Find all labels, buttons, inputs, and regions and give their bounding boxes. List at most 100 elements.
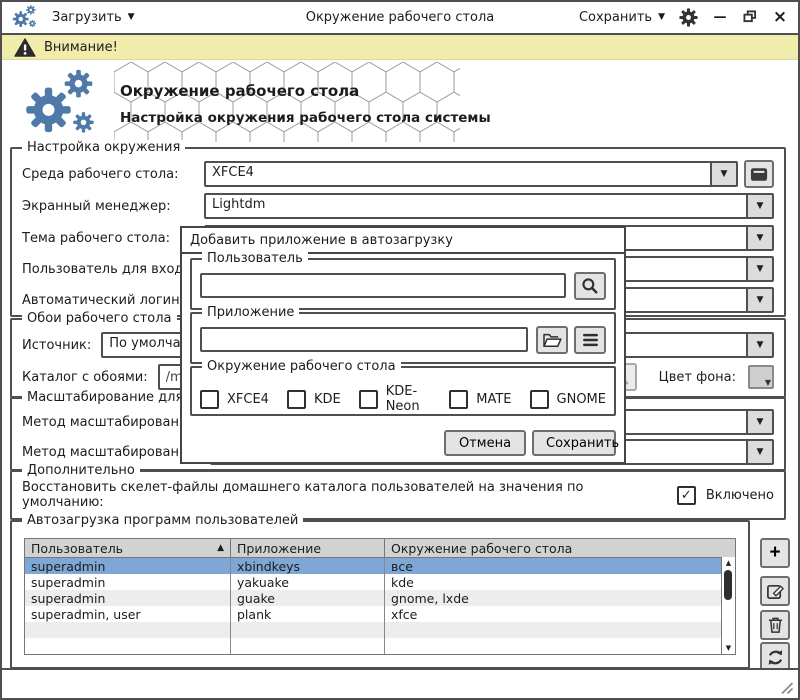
settings-gear-icon[interactable]	[679, 8, 698, 27]
page-subtitle: Настройка окружения рабочего стола систе…	[120, 110, 491, 126]
scrollbar-thumb[interactable]	[724, 570, 732, 600]
restore-icon	[743, 10, 757, 23]
autostart-group-legend: Автозагрузка программ пользователей	[22, 513, 303, 528]
env-checkbox-label: KDE-Neon	[386, 384, 432, 414]
env-checkbox-mate[interactable]	[449, 390, 468, 409]
dialog-app-group: Приложение	[190, 312, 616, 364]
warning-text: Внимание!	[44, 40, 118, 55]
dialog-user-search-button[interactable]	[574, 272, 606, 300]
dialog-user-group: Пользователь	[190, 258, 616, 310]
dialog-app-menu-button[interactable]	[574, 326, 606, 354]
dialog-cancel-button[interactable]: Отмена	[444, 430, 526, 456]
restore-button[interactable]	[742, 10, 758, 26]
combo-arrow-button[interactable]: ▼	[746, 441, 772, 463]
scaling-method-label: Метод масштабирования	[22, 445, 200, 460]
autostart-table: Пользователь ▲ Приложение Окружение рабо…	[24, 538, 736, 655]
table-header-row: Пользователь ▲ Приложение Окружение рабо…	[25, 539, 735, 558]
combo-arrow-button[interactable]: ▼	[746, 227, 772, 249]
load-menu-button[interactable]: Загрузить ▼	[52, 10, 135, 25]
env-checkbox-label: XFCE4	[227, 392, 269, 407]
combo-arrow-button[interactable]: ▼	[746, 411, 772, 433]
wallpaper-group-legend: Обои рабочего стола	[22, 311, 177, 326]
column-header-env[interactable]: Окружение рабочего стола	[385, 539, 735, 557]
auto-login-label: Автоматический логин пол	[22, 293, 194, 308]
table-vertical-scrollbar[interactable]: ▲ ▼	[721, 557, 735, 654]
env-checkbox-kde[interactable]	[287, 390, 306, 409]
save-menu-label: Сохранить	[579, 10, 652, 25]
display-manager-combobox[interactable]: Lightdm ▼	[204, 193, 774, 219]
column-header-app[interactable]: Приложение	[231, 539, 385, 557]
install-env-button[interactable]	[744, 160, 774, 188]
status-bar	[2, 668, 798, 698]
env-checkbox-kde-neon[interactable]	[359, 390, 378, 409]
table-row[interactable]: superadmin, user plank xfce	[25, 606, 735, 622]
chevron-down-icon: ▼	[128, 13, 135, 22]
display-manager-label: Экранный менеджер:	[22, 199, 194, 214]
add-autostart-dialog: Добавить приложение в автозагрузку Польз…	[180, 226, 626, 464]
env-checkbox-label: GNOME	[557, 392, 606, 407]
table-row[interactable]: superadmin xbindkeys все	[25, 558, 735, 574]
search-icon	[581, 277, 599, 295]
table-row[interactable]: superadmin guake gnome, lxde	[25, 590, 735, 606]
table-row[interactable]: superadmin yakuake kde	[25, 574, 735, 590]
hexagon-pattern	[114, 62, 460, 142]
table-row-empty	[25, 638, 735, 654]
save-menu-button[interactable]: Сохранить ▼	[579, 10, 665, 25]
combo-arrow-button[interactable]: ▼	[746, 258, 772, 280]
env-checkbox-xfce4[interactable]	[200, 390, 219, 409]
combo-arrow-button[interactable]: ▼	[710, 163, 736, 185]
dialog-title: Добавить приложение в автозагрузку	[190, 233, 453, 248]
desktop-env-value: XFCE4	[206, 163, 710, 185]
edit-row-button[interactable]	[760, 576, 790, 606]
warning-banner: Внимание!	[2, 35, 798, 60]
minimize-button[interactable]: —	[712, 11, 728, 24]
desktop-env-label: Среда рабочего стола:	[22, 167, 194, 182]
scroll-down-icon[interactable]: ▼	[722, 644, 735, 652]
wallpaper-dir-label: Каталог с обоями:	[22, 370, 148, 385]
folder-open-icon	[542, 332, 562, 348]
env-checkbox-gnome[interactable]	[530, 390, 549, 409]
dialog-user-input[interactable]	[200, 273, 566, 298]
page-header: Окружение рабочего стола Настройка окруж…	[2, 60, 798, 144]
desktop-env-combobox[interactable]: XFCE4 ▼	[204, 161, 738, 187]
restore-skel-label: Восстановить скелет-файлы домашнего ката…	[22, 480, 667, 510]
install-box-icon	[750, 166, 768, 183]
wallpaper-source-label: Источник:	[22, 338, 91, 353]
login-user-label: Пользователь для входа	[22, 262, 194, 277]
dialog-app-browse-button[interactable]	[536, 326, 568, 354]
delete-row-button[interactable]	[760, 610, 790, 640]
column-header-user[interactable]: Пользователь ▲	[25, 539, 231, 557]
app-logo-icon	[12, 5, 42, 30]
combo-arrow-button[interactable]: ▼	[746, 195, 772, 217]
dialog-env-group: Окружение рабочего стола XFCE4 KDE KDE-N…	[190, 366, 616, 416]
enabled-checkbox[interactable]: ✓	[677, 486, 696, 505]
app-logo-icon	[20, 68, 112, 138]
page-title: Окружение рабочего стола	[120, 82, 359, 100]
app-window: Загрузить ▼ Окружение рабочего стола Сох…	[0, 0, 800, 700]
warning-icon	[14, 38, 36, 57]
bg-color-picker-button[interactable]: ▼	[748, 365, 774, 389]
desktop-theme-label: Тема рабочего стола:	[22, 231, 194, 246]
edit-pencil-icon	[766, 582, 785, 601]
combo-arrow-button[interactable]: ▼	[746, 334, 772, 356]
combo-arrow-button[interactable]: ▼	[746, 289, 772, 311]
chevron-down-icon: ▼	[658, 13, 665, 22]
dialog-app-legend: Приложение	[202, 305, 299, 320]
dialog-app-input[interactable]	[200, 327, 528, 352]
hamburger-menu-icon	[582, 333, 599, 347]
window-title: Окружение рабочего стола	[306, 10, 495, 25]
refresh-icon	[766, 648, 785, 667]
check-icon: ✓	[681, 488, 692, 503]
env-checkbox-label: MATE	[476, 392, 511, 407]
scroll-up-icon[interactable]: ▲	[722, 559, 735, 567]
dialog-save-button[interactable]: Сохранить	[532, 430, 616, 456]
env-checkbox-label: KDE	[314, 392, 341, 407]
enabled-label: Включено	[706, 488, 774, 503]
add-row-button[interactable]: +	[760, 538, 790, 568]
environment-group-legend: Настройка окружения	[22, 140, 185, 155]
sort-asc-icon: ▲	[211, 543, 224, 553]
title-bar: Загрузить ▼ Окружение рабочего стола Сох…	[2, 2, 798, 35]
close-button[interactable]: ×	[772, 9, 788, 26]
display-manager-value: Lightdm	[206, 195, 746, 217]
resize-grip[interactable]	[779, 680, 794, 695]
